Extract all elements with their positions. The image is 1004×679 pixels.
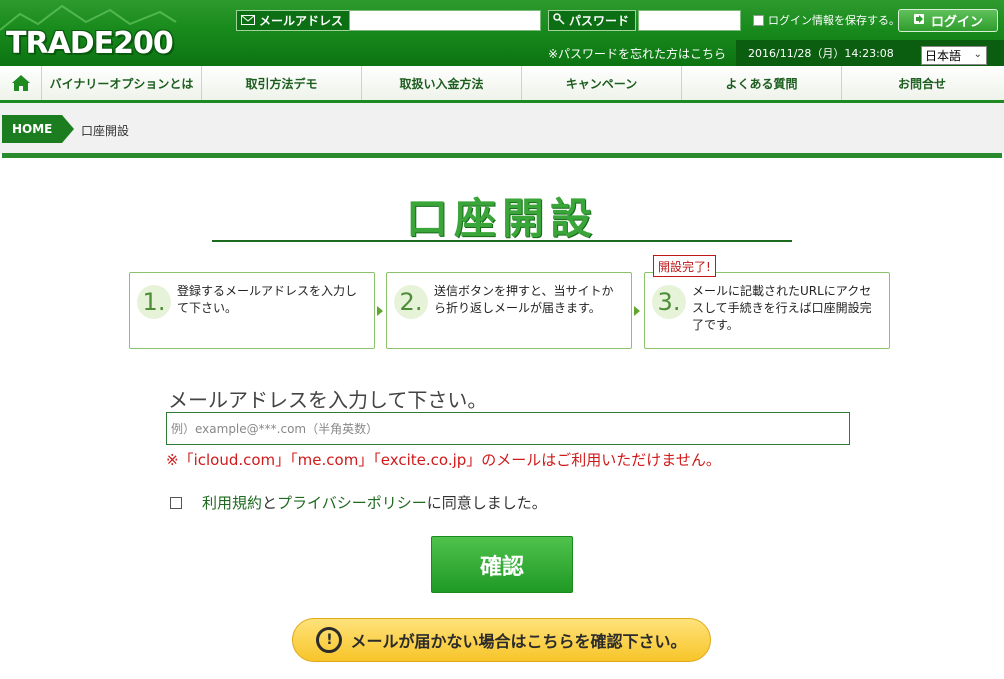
- title-underline: [212, 240, 792, 242]
- step-number: 1.: [137, 285, 171, 319]
- nav-item-deposit-methods[interactable]: 取扱い入金方法: [362, 66, 522, 100]
- step-number: 2.: [394, 285, 428, 319]
- password-input[interactable]: [638, 10, 741, 31]
- step-text: メールに記載されたURLにアクセスして手続きを行えば口座開設完了です。: [692, 284, 872, 332]
- site-header: TRADE200 メールアドレス パスワード ログイン情報を保存する。 ログイン…: [0, 0, 1004, 66]
- divider: [2, 153, 1002, 158]
- email-prompt: メールアドレスを入力して下さい。: [168, 388, 488, 412]
- mail-icon: [241, 14, 255, 28]
- save-login-option[interactable]: ログイン情報を保存する。: [753, 12, 900, 28]
- language-select[interactable]: 日本語 ⌄: [921, 46, 987, 65]
- arrow-right-icon: [377, 306, 383, 316]
- main-nav: バイナリーオプションとは 取引方法デモ 取扱い入金方法 キャンペーン よくある質…: [0, 66, 1004, 103]
- exclamation-icon: !: [316, 627, 343, 653]
- nav-item-faq[interactable]: よくある質問: [682, 66, 842, 100]
- save-login-checkbox[interactable]: [753, 14, 764, 26]
- site-logo[interactable]: TRADE200: [6, 26, 174, 61]
- step-2: 2. 送信ボタンを押すと、当サイトから折り返しメールが届きます。: [386, 272, 632, 349]
- agree-terms: 利用規約 と プライバシーポリシー に同意しました。: [170, 492, 547, 513]
- breadcrumb: HOME 口座開設: [0, 103, 1004, 153]
- login-button[interactable]: ログイン: [898, 9, 998, 32]
- arrow-right-icon: [634, 306, 640, 316]
- breadcrumb-current: 口座開設: [81, 124, 130, 138]
- step-text: 登録するメールアドレスを入力して下さい。: [177, 284, 358, 315]
- nav-item-trade-demo[interactable]: 取引方法デモ: [202, 66, 362, 100]
- password-label: パスワード: [548, 10, 637, 31]
- login-icon: [913, 13, 925, 29]
- email-warning: ※「icloud.com」「me.com」「excite.co.jp」のメールは…: [166, 451, 721, 469]
- key-icon: [553, 13, 565, 28]
- nav-item-contact[interactable]: お問合せ: [842, 66, 1002, 100]
- home-icon: [11, 75, 30, 91]
- terms-link[interactable]: 利用規約: [202, 492, 262, 513]
- registration-email-input[interactable]: 例）example@***.com（半角英数）: [166, 412, 850, 445]
- step-text: 送信ボタンを押すと、当サイトから折り返しメールが届きます。: [434, 284, 614, 315]
- confirm-button[interactable]: 確認: [431, 536, 573, 593]
- nav-item-campaign[interactable]: キャンペーン: [522, 66, 682, 100]
- agree-checkbox[interactable]: [170, 496, 182, 509]
- step-1: 1. 登録するメールアドレスを入力して下さい。: [129, 272, 375, 349]
- breadcrumb-home[interactable]: HOME: [2, 115, 74, 143]
- nav-item-binary-option[interactable]: バイナリーオプションとは: [42, 66, 202, 100]
- email-help-button[interactable]: ! メールが届かない場合はこちらを確認下さい。: [292, 618, 711, 662]
- complete-badge: 開設完了!: [653, 255, 716, 277]
- chevron-down-icon: ⌄: [973, 49, 982, 60]
- nav-home[interactable]: [0, 66, 42, 100]
- privacy-policy-link[interactable]: プライバシーポリシー: [277, 492, 427, 513]
- email-input[interactable]: [349, 10, 541, 31]
- agree-suffix: に同意しました。: [426, 494, 547, 512]
- agree-conjunction: と: [262, 494, 278, 512]
- step-3: 3. メールに記載されたURLにアクセスして手続きを行えば口座開設完了です。: [644, 272, 890, 349]
- email-label: メールアドレス: [236, 10, 351, 31]
- step-number: 3.: [652, 285, 686, 319]
- page-title: 口座開設: [405, 194, 598, 243]
- forgot-password-link[interactable]: ※パスワードを忘れた方はこちら: [548, 45, 726, 62]
